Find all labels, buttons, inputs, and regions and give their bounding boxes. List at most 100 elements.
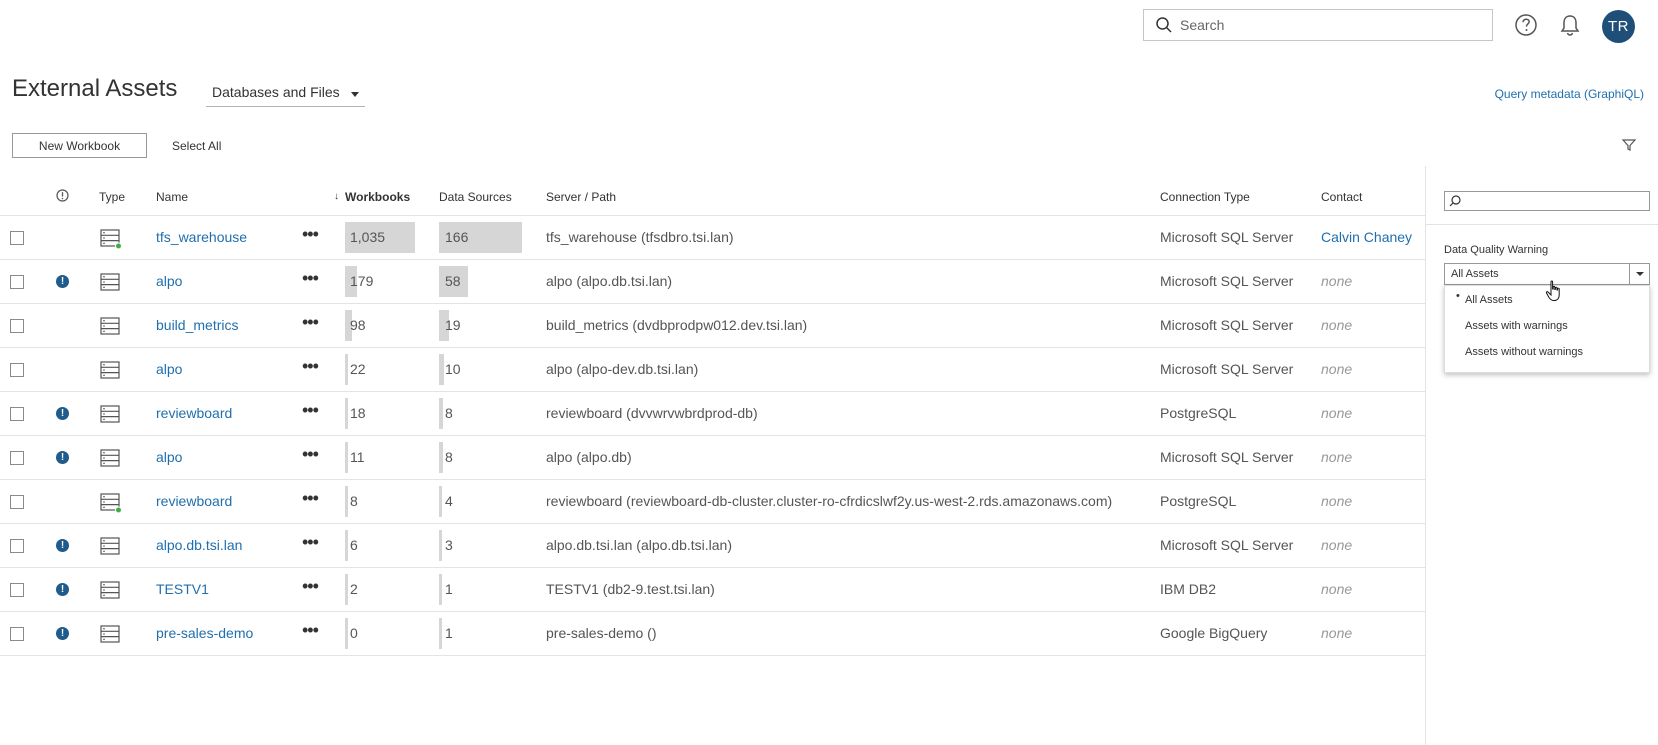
warning-icon[interactable]: ! [56, 407, 69, 420]
data-sources-bar [439, 354, 444, 385]
connection-type: Google BigQuery [1160, 625, 1268, 641]
table-row[interactable]: ! pre-sales-demo ••• 0 1 pre-sales-demo … [0, 612, 1425, 656]
option-all-assets[interactable]: All Assets [1465, 294, 1513, 306]
asset-name-link[interactable]: reviewboard [156, 405, 232, 421]
search-box[interactable] [1143, 9, 1493, 41]
table-row[interactable]: ! reviewboard ••• 18 8 reviewboard (dvvw… [0, 392, 1425, 436]
more-icon[interactable]: ••• [302, 225, 319, 243]
data-sources-bar [439, 442, 443, 473]
column-connection-type[interactable]: Connection Type [1160, 190, 1250, 204]
database-icon [100, 273, 120, 291]
chevron-down-icon [351, 92, 359, 97]
data-sources-bar [439, 530, 442, 561]
asset-name-link[interactable]: tfs_warehouse [156, 229, 247, 245]
table-body: tfs_warehouse ••• 1,035 166 tfs_warehous… [0, 216, 1425, 656]
query-metadata-link[interactable]: Query metadata (GraphiQL) [1495, 87, 1644, 101]
data-sources-count: 8 [445, 405, 453, 421]
table-row[interactable]: build_metrics ••• 98 19 build_metrics (d… [0, 304, 1425, 348]
workbooks-bar [345, 486, 348, 517]
search-input[interactable] [1180, 17, 1480, 33]
column-data-sources[interactable]: Data Sources [439, 190, 512, 204]
connection-type: Microsoft SQL Server [1160, 537, 1294, 553]
database-icon [100, 405, 120, 423]
data-sources-bar [439, 486, 442, 517]
asset-type-dropdown[interactable]: Databases and Files [206, 84, 365, 107]
warning-icon[interactable]: ! [56, 627, 69, 640]
table-row[interactable]: ! alpo.db.tsi.lan ••• 6 3 alpo.db.tsi.la… [0, 524, 1425, 568]
row-checkbox[interactable] [10, 319, 24, 333]
row-checkbox[interactable] [10, 539, 24, 553]
option-without-warnings[interactable]: Assets without warnings [1465, 346, 1583, 358]
workbooks-bar [345, 574, 348, 605]
more-icon[interactable]: ••• [302, 269, 319, 287]
row-checkbox[interactable] [10, 363, 24, 377]
bell-icon[interactable] [1559, 13, 1581, 37]
row-checkbox[interactable] [10, 407, 24, 421]
asset-name-link[interactable]: build_metrics [156, 317, 238, 333]
contact: none [1321, 537, 1353, 553]
more-icon[interactable]: ••• [302, 621, 319, 639]
search-icon [1156, 17, 1172, 33]
data-quality-label: Data Quality Warning [1444, 244, 1549, 256]
table-row[interactable]: alpo ••• 22 10 alpo (alpo-dev.db.tsi.lan… [0, 348, 1425, 392]
column-contact[interactable]: Contact [1321, 190, 1362, 204]
more-icon[interactable]: ••• [302, 533, 319, 551]
row-checkbox[interactable] [10, 495, 24, 509]
warning-icon[interactable]: ! [56, 275, 69, 288]
row-checkbox[interactable] [10, 275, 24, 289]
data-sources-count: 3 [445, 537, 453, 553]
more-icon[interactable]: ••• [302, 489, 319, 507]
workbooks-bar [345, 618, 348, 649]
table-row[interactable]: ! TESTV1 ••• 2 1 TESTV1 (db2-9.test.tsi.… [0, 568, 1425, 612]
table-header: Type Name ↓ Workbooks Data Sources Serve… [0, 174, 1425, 216]
database-icon [100, 229, 122, 249]
asset-name-link[interactable]: alpo [156, 361, 182, 377]
avatar[interactable]: TR [1602, 10, 1635, 43]
column-type[interactable]: Type [99, 190, 125, 204]
warning-icon[interactable]: ! [56, 539, 69, 552]
data-sources-bar [439, 618, 442, 649]
filter-icon[interactable] [1622, 138, 1636, 152]
asset-name-link[interactable]: alpo.db.tsi.lan [156, 537, 242, 553]
warning-icon[interactable]: ! [56, 583, 69, 596]
row-checkbox[interactable] [10, 627, 24, 641]
connection-type: Microsoft SQL Server [1160, 273, 1294, 289]
data-sources-count: 19 [445, 317, 461, 333]
chevron-down-icon[interactable] [1629, 264, 1649, 284]
table-row[interactable]: ! alpo ••• 179 58 alpo (alpo.db.tsi.lan)… [0, 260, 1425, 304]
contact[interactable]: Calvin Chaney [1321, 229, 1412, 245]
row-checkbox[interactable] [10, 451, 24, 465]
row-checkbox[interactable] [10, 583, 24, 597]
help-icon[interactable] [1514, 13, 1538, 37]
more-icon[interactable]: ••• [302, 357, 319, 375]
server-path: reviewboard (reviewboard-db-cluster.clus… [546, 493, 1113, 509]
asset-name-link[interactable]: TESTV1 [156, 581, 209, 597]
table-row[interactable]: ! alpo ••• 11 8 alpo (alpo.db) Microsoft… [0, 436, 1425, 480]
sort-desc-icon: ↓ [334, 191, 339, 202]
column-server-path[interactable]: Server / Path [546, 190, 616, 204]
column-name[interactable]: Name [156, 190, 188, 204]
select-all-button[interactable]: Select All [172, 133, 221, 158]
search-icon [1449, 195, 1461, 207]
contact: none [1321, 361, 1353, 377]
more-icon[interactable]: ••• [302, 401, 319, 419]
data-sources-bar [439, 574, 442, 605]
more-icon[interactable]: ••• [302, 577, 319, 595]
warning-icon[interactable]: ! [56, 451, 69, 464]
column-workbooks[interactable]: Workbooks [345, 190, 410, 204]
more-icon[interactable]: ••• [302, 313, 319, 331]
asset-name-link[interactable]: alpo [156, 449, 182, 465]
new-workbook-button[interactable]: New Workbook [12, 133, 147, 158]
connection-type: IBM DB2 [1160, 581, 1217, 597]
more-icon[interactable]: ••• [302, 445, 319, 463]
row-checkbox[interactable] [10, 231, 24, 245]
asset-name-link[interactable]: reviewboard [156, 493, 232, 509]
table-row[interactable]: reviewboard ••• 8 4 reviewboard (reviewb… [0, 480, 1425, 524]
asset-name-link[interactable]: pre-sales-demo [156, 625, 253, 641]
table-row[interactable]: tfs_warehouse ••• 1,035 166 tfs_warehous… [0, 216, 1425, 260]
filter-search-box[interactable] [1444, 191, 1650, 211]
warning-column-icon[interactable] [56, 189, 69, 202]
option-with-warnings[interactable]: Assets with warnings [1465, 320, 1568, 332]
asset-name-link[interactable]: alpo [156, 273, 182, 289]
connection-type: Microsoft SQL Server [1160, 361, 1294, 377]
